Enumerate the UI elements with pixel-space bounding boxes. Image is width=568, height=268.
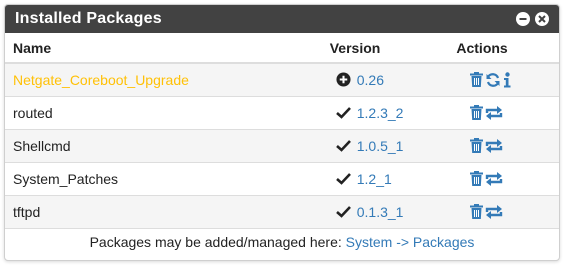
package-name: Shellcmd	[13, 137, 71, 154]
version-cell: 1.0.5_1	[321, 128, 447, 162]
package-name: Netgate_Coreboot_Upgrade	[13, 71, 189, 88]
package-name-cell: Netgate_Coreboot_Upgrade	[5, 62, 322, 96]
actions-cell	[446, 161, 559, 195]
package-name-cell: tftpd	[5, 194, 322, 228]
package-name-cell: routed	[5, 95, 322, 129]
version-link[interactable]: 1.0.5_1	[357, 138, 404, 154]
actions-cell	[446, 62, 559, 96]
info-icon[interactable]	[503, 72, 511, 88]
check-icon	[336, 204, 352, 220]
package-name: System_Patches	[13, 170, 119, 187]
version-cell: 1.2.3_2	[321, 95, 447, 129]
widget-title: Installed Packages	[15, 10, 162, 27]
reinstall-icon[interactable]	[485, 204, 503, 220]
check-icon	[336, 105, 352, 121]
package-name-cell: Shellcmd	[5, 128, 322, 162]
widget-header: Installed Packages	[5, 5, 559, 33]
version-link[interactable]: 0.26	[357, 72, 384, 88]
reinstall-icon[interactable]	[485, 138, 503, 154]
footer-text: Packages may be added/managed here:	[89, 234, 346, 250]
version-link[interactable]: 0.1.3_1	[357, 204, 404, 220]
widget-controls	[516, 12, 549, 26]
actions-cell	[446, 128, 559, 162]
trash-icon[interactable]	[470, 138, 484, 154]
installed-packages-widget: Installed Packages Name Version Actions …	[4, 4, 560, 261]
table-row: Netgate_Coreboot_Upgrade 0.26	[5, 62, 559, 96]
version-link[interactable]: 1.2.3_2	[357, 105, 404, 121]
table-row: tftpd 0.1.3_1	[5, 194, 559, 228]
minimize-icon[interactable]	[516, 12, 530, 26]
reinstall-icon[interactable]	[485, 72, 501, 88]
actions-cell	[446, 194, 559, 228]
table-row: System_Patches 1.2_1	[5, 161, 559, 195]
version-cell: 0.1.3_1	[321, 194, 447, 228]
version-cell: 1.2_1	[321, 161, 447, 195]
table-header-row: Name Version Actions	[5, 33, 559, 64]
widget-footer: Packages may be added/managed here: Syst…	[5, 228, 559, 256]
reinstall-icon[interactable]	[485, 171, 503, 187]
trash-icon[interactable]	[470, 171, 484, 187]
plus-circle-icon	[336, 72, 352, 88]
table-row: routed 1.2.3_2	[5, 95, 559, 129]
table-row: Shellcmd 1.0.5_1	[5, 128, 559, 162]
system-packages-link[interactable]: System -> Packages	[346, 234, 475, 250]
check-icon	[336, 171, 352, 187]
actions-cell	[446, 95, 559, 129]
packages-table: Name Version Actions Netgate_Coreboot_Up…	[5, 33, 559, 228]
column-header-name[interactable]: Name	[5, 33, 322, 64]
reinstall-icon[interactable]	[485, 105, 503, 121]
close-icon[interactable]	[535, 12, 549, 26]
trash-icon[interactable]	[470, 204, 484, 220]
package-name-cell: System_Patches	[5, 161, 322, 195]
trash-icon[interactable]	[470, 105, 484, 121]
version-cell: 0.26	[321, 62, 447, 96]
version-link[interactable]: 1.2_1	[357, 171, 392, 187]
package-name: routed	[13, 104, 53, 121]
column-header-actions: Actions	[446, 33, 559, 64]
package-name: tftpd	[13, 203, 41, 220]
trash-icon[interactable]	[470, 72, 484, 88]
check-icon	[336, 138, 352, 154]
column-header-version[interactable]: Version	[321, 33, 447, 64]
